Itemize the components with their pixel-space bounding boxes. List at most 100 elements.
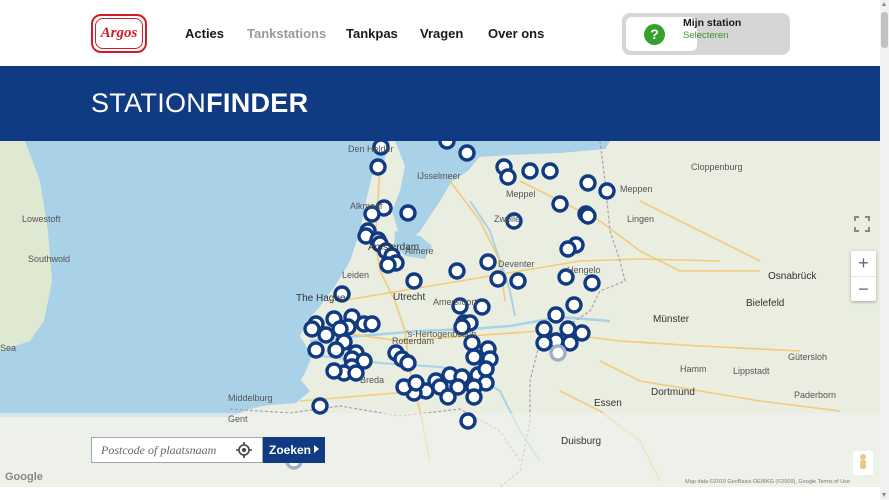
crosshair-glyph [236, 442, 252, 458]
nav-tankstations[interactable]: Tankstations [247, 26, 326, 41]
argos-logo[interactable]: Argos [91, 14, 147, 53]
station-marker[interactable] [311, 397, 329, 415]
scroll-down-icon[interactable] [882, 493, 886, 497]
page-title-bold: FINDER [206, 88, 309, 118]
station-marker[interactable] [565, 296, 583, 314]
station-marker[interactable] [521, 162, 539, 180]
scroll-up-icon[interactable] [882, 2, 886, 6]
station-marker[interactable] [535, 334, 553, 352]
zoom-in-button[interactable]: + [851, 251, 876, 276]
fullscreen-glyph [854, 216, 870, 232]
label-breda: Breda [360, 375, 385, 385]
label-duisburg: Duisburg [561, 436, 602, 447]
page: Argos Acties Tankstations Tankpas Vragen… [0, 0, 889, 500]
station-marker[interactable] [598, 182, 616, 200]
argos-logo-text: Argos [95, 18, 143, 49]
station-marker[interactable] [559, 320, 577, 338]
station-marker[interactable] [369, 158, 387, 176]
label-osnabruck: Osnabrück [768, 271, 817, 282]
label-dortmund: Dortmund [651, 387, 695, 398]
locate-me-icon[interactable] [236, 442, 252, 458]
fullscreen-icon[interactable] [853, 215, 871, 233]
station-marker[interactable] [303, 320, 321, 338]
station-marker[interactable] [541, 162, 559, 180]
station-marker[interactable] [465, 348, 483, 366]
station-marker[interactable] [473, 298, 491, 316]
station-marker[interactable] [325, 362, 343, 380]
station-search: Zoeken [91, 437, 325, 463]
station-marker[interactable] [407, 374, 425, 392]
station-marker[interactable] [549, 344, 567, 362]
station-marker[interactable] [499, 168, 517, 186]
station-marker[interactable] [561, 334, 579, 352]
nav-acties[interactable]: Acties [185, 26, 224, 41]
station-marker[interactable] [399, 354, 417, 372]
label-southwold: Southwold [28, 254, 71, 264]
label-middelburg: Middelburg [228, 393, 273, 403]
station-marker[interactable] [459, 412, 477, 430]
my-station-button[interactable]: ? Mijn station Selecteren [622, 13, 790, 55]
search-button-label: Zoeken [269, 443, 312, 457]
station-marker[interactable] [583, 274, 601, 292]
waddenzee [470, 141, 610, 157]
question-icon: ? [644, 24, 665, 45]
label-meppen: Meppen [620, 184, 653, 194]
station-marker[interactable] [489, 270, 507, 288]
station-marker[interactable] [405, 272, 423, 290]
nav-tankpas[interactable]: Tankpas [346, 26, 398, 41]
scroll-thumb[interactable] [881, 12, 888, 48]
station-marker[interactable] [579, 207, 597, 225]
station-marker[interactable] [579, 174, 597, 192]
page-title-light: STATION [91, 88, 207, 118]
station-marker[interactable] [379, 256, 397, 274]
station-marker[interactable] [547, 306, 565, 324]
station-marker[interactable] [551, 195, 569, 213]
map-attribution: Map data ©2019 GeoBasis-DE/BKG (©2009), … [685, 479, 850, 485]
page-banner: STATIONFINDER [0, 66, 880, 141]
page-scrollbar[interactable] [880, 0, 889, 500]
label-gent: Gent [228, 414, 248, 424]
station-marker[interactable] [559, 240, 577, 258]
google-logo: Google [5, 471, 43, 483]
label-lippstadt: Lippstadt [733, 366, 770, 376]
station-marker[interactable] [535, 320, 553, 338]
station-marker[interactable] [479, 253, 497, 271]
label-hengelo: Hengelo [567, 265, 601, 275]
label-leiden: Leiden [342, 270, 370, 280]
station-marker[interactable] [399, 204, 417, 222]
station-marker[interactable] [573, 324, 591, 342]
station-marker[interactable] [477, 360, 495, 378]
label-utrecht: Utrecht [393, 292, 426, 303]
station-marker[interactable] [465, 388, 483, 406]
my-station-title: Mijn station [683, 17, 742, 29]
label-deventer: Deventer [498, 259, 535, 269]
label-almere: Almere [405, 246, 434, 256]
station-marker[interactable] [438, 141, 456, 150]
label-lowestoft: Lowestoft [22, 214, 61, 224]
label-meppel: Meppel [506, 189, 536, 199]
station-marker[interactable] [327, 341, 345, 359]
label-gutersloh: Gütersloh [788, 352, 828, 362]
station-marker[interactable] [363, 315, 381, 333]
label-hamm: Hamm [680, 364, 707, 374]
map-canvas [0, 141, 880, 487]
station-marker[interactable] [509, 272, 527, 290]
street-view-pegman-icon[interactable] [853, 451, 873, 475]
site-header: Argos Acties Tankstations Tankpas Vragen… [0, 0, 880, 66]
arrow-right-icon [314, 445, 319, 453]
station-marker[interactable] [317, 326, 335, 344]
station-marker[interactable] [458, 144, 476, 162]
label-munster: Münster [653, 314, 690, 325]
label-alkmaar: Alkmaar [350, 201, 384, 211]
station-map[interactable]: Den Helder Alkmaar Amsterdam Almere IJss… [0, 141, 880, 487]
pegman-glyph [860, 454, 866, 469]
nav-vragen[interactable]: Vragen [420, 26, 463, 41]
nav-over-ons[interactable]: Over ons [488, 26, 544, 41]
station-marker[interactable] [448, 262, 466, 280]
label-cloppenburg: Cloppenburg [691, 162, 743, 172]
search-button[interactable]: Zoeken [263, 437, 325, 463]
zoom-out-button[interactable]: − [851, 276, 876, 301]
station-marker[interactable] [439, 388, 457, 406]
station-marker[interactable] [307, 341, 325, 359]
label-paderborn: Paderborn [794, 390, 837, 400]
